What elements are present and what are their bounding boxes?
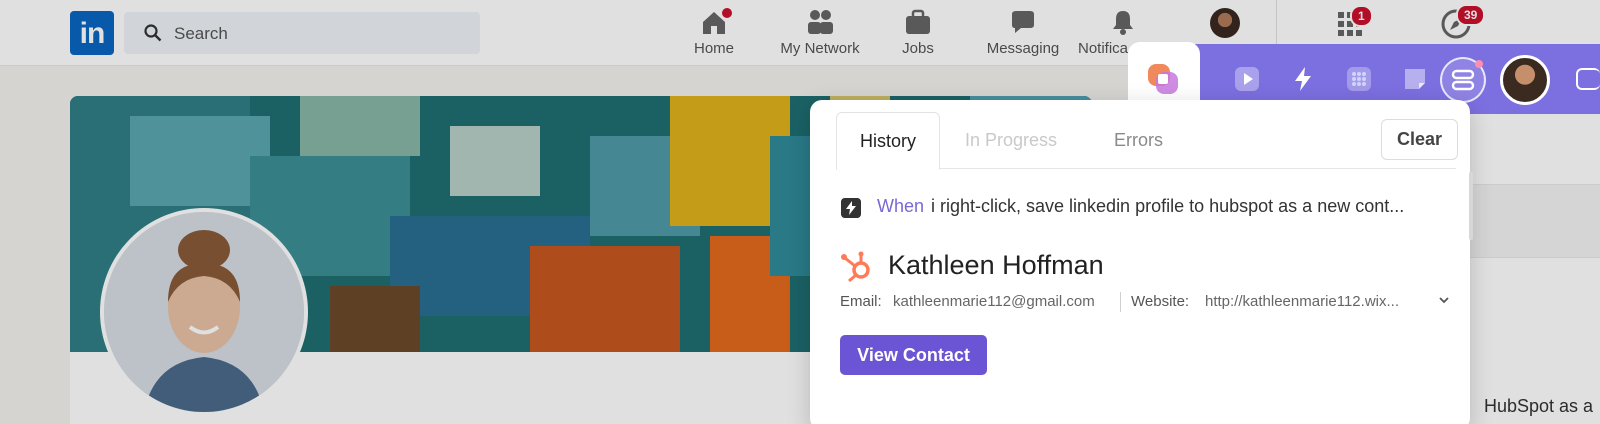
email-value: kathleenmarie112@gmail.com <box>893 293 1095 310</box>
trigger-keyword: When <box>877 196 925 216</box>
people-icon <box>808 10 833 34</box>
side-text: HubSpot as a <box>1484 396 1594 416</box>
nav-jobs-label: Jobs <box>902 40 934 57</box>
side-strip <box>1460 184 1600 258</box>
email-label: Email: <box>840 293 882 310</box>
profile-photo[interactable] <box>100 208 308 416</box>
tab-errors[interactable]: Errors <box>1114 112 1163 169</box>
view-contact-button[interactable]: View Contact <box>840 335 987 375</box>
nav-jobs[interactable]: Jobs <box>890 6 946 62</box>
nav-my-network-label: My Network <box>780 40 860 57</box>
nav-my-network[interactable]: My Network <box>770 6 870 62</box>
compass-badge: 39 <box>1456 4 1486 26</box>
chevron-down-icon[interactable] <box>1438 294 1450 306</box>
popup-tabs: History In Progress Errors <box>836 112 1456 170</box>
home-badge <box>720 6 734 20</box>
logo-icon <box>1148 64 1178 94</box>
play-icon[interactable] <box>1234 66 1260 92</box>
history-icon <box>1451 69 1475 91</box>
tab-in-progress[interactable]: In Progress <box>965 112 1057 169</box>
nav-messaging[interactable]: Messaging <box>982 6 1064 62</box>
contact-name: Kathleen Hoffman <box>888 250 1104 280</box>
info-divider <box>1120 292 1121 312</box>
chat-icon <box>1012 11 1034 33</box>
linkedin-logo[interactable]: in <box>70 11 114 55</box>
nav-home[interactable]: Home <box>684 6 744 62</box>
trigger-row: When i right-click, save linkedin profil… <box>841 196 1451 220</box>
note-icon[interactable] <box>1402 66 1428 92</box>
exit-icon[interactable] <box>1576 68 1600 90</box>
trigger-text: i right-click, save linkedin profile to … <box>931 196 1405 216</box>
nav-messaging-label: Messaging <box>986 40 1060 57</box>
grid-badge: 1 <box>1350 5 1373 27</box>
briefcase-icon <box>906 9 930 34</box>
scrollbar[interactable] <box>1469 172 1473 240</box>
notification-dot <box>1475 60 1483 68</box>
nav-home-label: Home <box>693 40 734 57</box>
lightning-icon[interactable] <box>1290 66 1316 92</box>
avatar[interactable] <box>1500 55 1550 105</box>
apps-icon[interactable] <box>1346 66 1372 92</box>
profile-portrait <box>104 212 304 412</box>
website-value: http://kathleenmarie112.wix... <box>1205 293 1399 310</box>
website-label: Website: <box>1131 293 1190 310</box>
side-panel <box>1460 112 1600 424</box>
hubspot-icon <box>841 251 870 283</box>
me-avatar[interactable] <box>1210 8 1240 38</box>
clear-button[interactable]: Clear <box>1381 119 1458 160</box>
automation-icon <box>841 198 861 218</box>
contact-info-row: Email: kathleenmarie112@gmail.com Websit… <box>840 293 1460 313</box>
search-input[interactable]: Search <box>124 12 480 54</box>
search-icon <box>144 24 162 42</box>
search-placeholder: Search <box>174 24 228 43</box>
bell-icon <box>1113 11 1133 35</box>
tab-history[interactable]: History <box>836 112 940 170</box>
